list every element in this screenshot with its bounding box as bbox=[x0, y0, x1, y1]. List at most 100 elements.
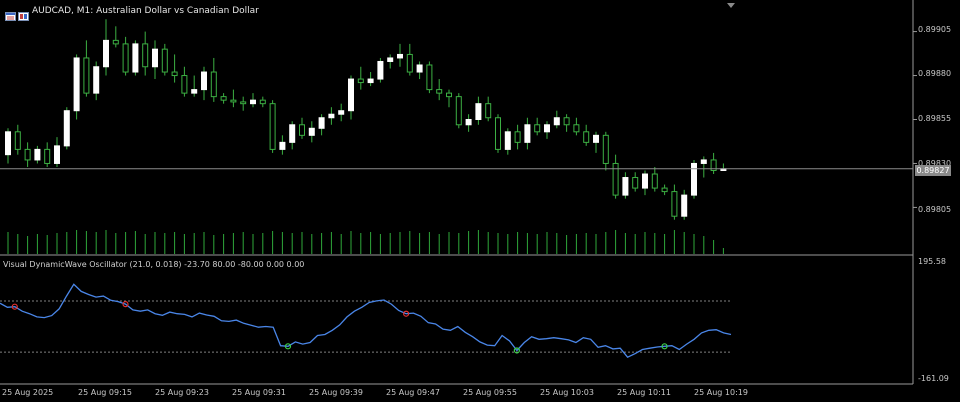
bear-candle bbox=[514, 131, 521, 143]
bear-candle bbox=[230, 99, 237, 103]
bull-candle bbox=[308, 127, 315, 136]
chart-canvas[interactable] bbox=[0, 0, 960, 402]
bear-candle bbox=[83, 57, 90, 94]
price-tick: 0.89880 bbox=[918, 69, 952, 78]
time-tick: 25 Aug 09:39 bbox=[309, 388, 363, 397]
bear-candle bbox=[142, 43, 149, 68]
time-tick: 25 Aug 10:11 bbox=[617, 388, 671, 397]
time-tick: 25 Aug 10:19 bbox=[694, 388, 748, 397]
time-tick: 25 Aug 2025 bbox=[2, 388, 54, 397]
bull-candle bbox=[475, 103, 482, 121]
time-tick: 25 Aug 10:03 bbox=[540, 388, 594, 397]
oscillator-max-label: 195.58 bbox=[918, 257, 946, 266]
bull-candle bbox=[691, 162, 697, 196]
bull-candle bbox=[397, 53, 403, 59]
time-tick: 25 Aug 09:23 bbox=[155, 388, 209, 397]
current-price-label: 0.89827 bbox=[915, 165, 951, 176]
bull-candle bbox=[544, 124, 550, 133]
bear-candle bbox=[269, 103, 276, 150]
bear-candle bbox=[171, 71, 178, 77]
bull-candle bbox=[191, 89, 198, 94]
bull-candle bbox=[103, 39, 109, 68]
indicator-title: Visual DynamicWave Oscillator (21.0, 0.0… bbox=[3, 260, 305, 269]
bear-candle bbox=[426, 64, 433, 91]
bull-candle bbox=[416, 64, 423, 73]
bear-candle bbox=[446, 92, 452, 98]
bull-candle bbox=[700, 159, 707, 164]
bear-candle bbox=[181, 75, 188, 94]
chart-shift-marker bbox=[727, 3, 735, 8]
time-tick: 25 Aug 09:15 bbox=[78, 388, 132, 397]
bear-candle bbox=[210, 71, 217, 98]
bull-candle bbox=[63, 110, 70, 147]
bear-candle bbox=[299, 124, 305, 136]
bear-candle bbox=[220, 96, 227, 101]
bear-candle bbox=[14, 131, 21, 150]
volume-histogram bbox=[7, 230, 724, 254]
bear-candle bbox=[671, 191, 678, 217]
bull-candle bbox=[367, 78, 374, 84]
oscillator-line bbox=[0, 283, 732, 359]
bull-candle bbox=[681, 194, 688, 217]
bear-candle bbox=[485, 103, 492, 119]
bull-candle bbox=[465, 119, 472, 126]
bear-candle bbox=[651, 173, 658, 189]
bear-candle bbox=[612, 162, 619, 196]
one-click-trading-icon[interactable] bbox=[18, 6, 29, 21]
bull-candle bbox=[289, 124, 296, 143]
bull-candle bbox=[5, 131, 11, 156]
oscillator-min-label: -161.09 bbox=[918, 374, 949, 383]
bull-candle bbox=[387, 57, 394, 62]
bull-candle bbox=[504, 131, 511, 150]
price-tick: 0.89855 bbox=[918, 114, 952, 123]
bear-candle bbox=[357, 78, 364, 84]
bear-candle bbox=[495, 117, 501, 150]
bull-candle bbox=[593, 134, 599, 143]
oscillator-panel bbox=[0, 283, 732, 359]
bear-candle bbox=[112, 39, 119, 45]
bull-candle bbox=[348, 78, 354, 112]
bull-candle bbox=[152, 48, 158, 68]
bear-candle bbox=[602, 134, 609, 164]
bear-candle bbox=[455, 96, 462, 126]
bear-candle bbox=[240, 101, 247, 105]
bull-candle bbox=[34, 148, 41, 161]
bull-candle bbox=[93, 66, 100, 94]
bear-candle bbox=[583, 131, 590, 143]
time-tick: 25 Aug 09:55 bbox=[463, 388, 517, 397]
bear-candle bbox=[44, 148, 51, 164]
bear-candle bbox=[436, 89, 443, 94]
bull-candle bbox=[642, 173, 648, 189]
bear-candle bbox=[573, 124, 580, 133]
bear-candle bbox=[161, 48, 168, 73]
chart-menu-icon[interactable] bbox=[5, 6, 16, 21]
price-axis-ticks bbox=[913, 31, 917, 208]
chart-title: AUDCAD, M1: Australian Dollar vs Canadia… bbox=[32, 6, 259, 16]
bull-candle bbox=[318, 117, 325, 129]
time-tick: 25 Aug 09:31 bbox=[232, 388, 286, 397]
bull-candle bbox=[377, 60, 384, 80]
bull-candle bbox=[622, 177, 629, 196]
bull-candle bbox=[201, 71, 207, 91]
bear-candle bbox=[122, 43, 129, 73]
time-tick: 25 Aug 09:47 bbox=[386, 388, 440, 397]
bull-candle bbox=[279, 141, 286, 150]
bull-candle bbox=[553, 117, 560, 126]
bear-candle bbox=[406, 53, 413, 73]
candlestick-series bbox=[0, 19, 913, 220]
bull-candle bbox=[73, 57, 80, 112]
bear-candle bbox=[563, 117, 570, 126]
bull-candle bbox=[54, 145, 60, 164]
bull-candle bbox=[250, 99, 256, 105]
bear-candle bbox=[534, 124, 541, 133]
price-tick: 0.89905 bbox=[918, 25, 952, 34]
bear-candle bbox=[661, 187, 668, 193]
bear-candle bbox=[259, 99, 266, 105]
bear-candle bbox=[24, 148, 31, 161]
bull-candle bbox=[132, 43, 139, 73]
price-tick: 0.89805 bbox=[918, 205, 952, 214]
bull-candle bbox=[338, 110, 345, 115]
bull-candle bbox=[524, 124, 531, 143]
bull-candle bbox=[328, 113, 335, 119]
bear-candle bbox=[632, 177, 639, 189]
